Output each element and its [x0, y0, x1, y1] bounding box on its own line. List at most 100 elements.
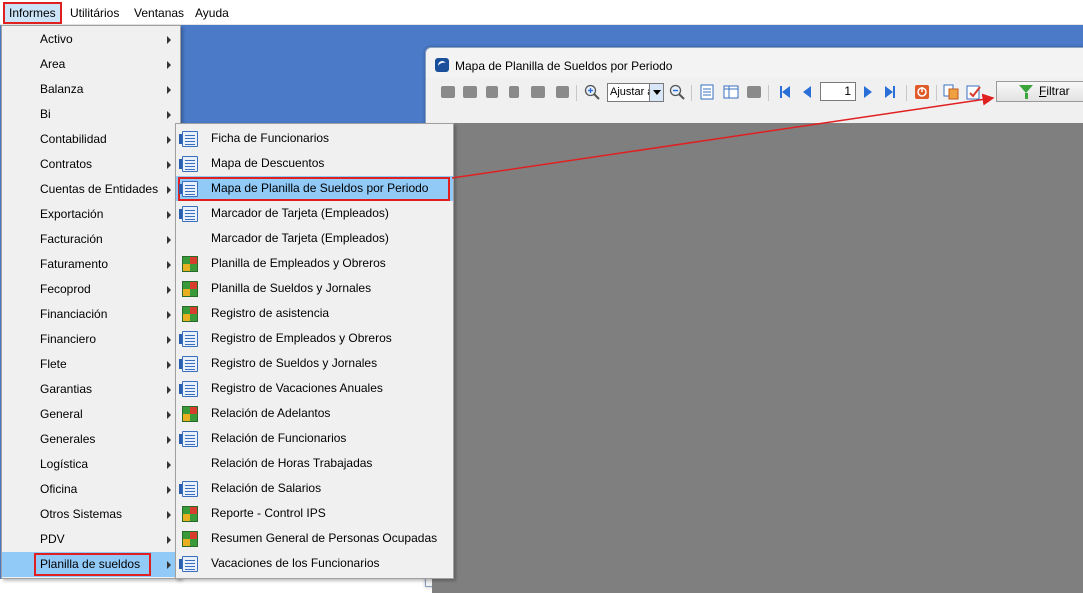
filter-button[interactable]: Filtrar [996, 81, 1083, 102]
menu-ventanas[interactable]: Ventanas [130, 2, 188, 24]
app-logo-icon [435, 58, 449, 72]
planilla-menu-item[interactable]: Relación de Funcionarios [176, 426, 453, 451]
informes-menu-item[interactable]: Facturación [2, 227, 180, 252]
informes-menu-item[interactable]: Garantias [2, 377, 180, 402]
report-doc-icon [179, 481, 198, 497]
chevron-down-icon[interactable] [649, 84, 663, 101]
planilla-menu-item[interactable]: Registro de Sueldos y Jornales [176, 351, 453, 376]
find-icon[interactable] [554, 84, 570, 100]
spreadsheet-icon [182, 531, 198, 547]
chevron-right-icon [167, 86, 171, 94]
export-report-icon[interactable] [943, 84, 959, 100]
report-doc-icon [179, 556, 198, 572]
menu-item-label: Area [40, 57, 66, 71]
zoom-select[interactable]: Ajustar a [607, 83, 664, 102]
informes-menu-item[interactable]: Logística [2, 452, 180, 477]
informes-menu-item[interactable]: Activo [2, 27, 180, 52]
informes-menu-item[interactable]: Area [2, 52, 180, 77]
planilla-menu-item[interactable]: Mapa de Descuentos [176, 151, 453, 176]
chevron-right-icon [167, 561, 171, 569]
spreadsheet-icon [182, 281, 198, 297]
chevron-right-icon [167, 411, 171, 419]
planilla-menu-item[interactable]: Marcador de Tarjeta (Empleados) [176, 201, 453, 226]
planilla-menu-item[interactable]: Relación de Horas Trabajadas [176, 451, 453, 476]
report-doc-icon [179, 181, 198, 197]
page-setup-icon[interactable] [699, 84, 715, 100]
planilla-menu-item[interactable]: Relación de Salarios [176, 476, 453, 501]
menu-item-label: Registro de Vacaciones Anuales [211, 381, 383, 395]
informes-menu-item[interactable]: PDV [2, 527, 180, 552]
report-doc-icon [179, 331, 198, 347]
informes-menu-item[interactable]: General [2, 402, 180, 427]
report-toolbar: Ajustar a 1 Filtrar [426, 80, 1083, 104]
planilla-menu-item[interactable]: Resumen General de Personas Ocupadas [176, 526, 453, 551]
check-report-icon[interactable] [966, 84, 982, 100]
informes-menu-item[interactable]: Contabilidad [2, 127, 180, 152]
informes-menu-item[interactable]: Cuentas de Entidades [2, 177, 180, 202]
planilla-menu-item[interactable]: Relación de Adelantos [176, 401, 453, 426]
next-page-icon[interactable] [860, 84, 876, 100]
informes-menu-item[interactable]: Planilla de sueldos [2, 552, 180, 577]
chevron-right-icon [167, 486, 171, 494]
report-doc-icon [179, 356, 198, 372]
informes-menu-item[interactable]: Contratos [2, 152, 180, 177]
email-icon[interactable] [530, 84, 546, 100]
menu-item-label: Contabilidad [40, 132, 107, 146]
last-page-icon[interactable] [882, 84, 898, 100]
pdf-icon[interactable] [506, 84, 522, 100]
export-icon[interactable] [484, 84, 500, 100]
informes-menu-item[interactable]: Exportación [2, 202, 180, 227]
menu-ayuda[interactable]: Ayuda [191, 2, 233, 24]
planilla-menu-item[interactable]: Planilla de Sueldos y Jornales [176, 276, 453, 301]
report-doc-icon [179, 206, 198, 222]
informes-dropdown: Activo Area Balanza Bi Contabilidad Contratos… [1, 25, 181, 579]
planilla-menu-item[interactable]: Vacaciones de los Funcionarios [176, 551, 453, 576]
planilla-menu-item[interactable]: Ficha de Funcionarios [176, 126, 453, 151]
informes-menu-item[interactable]: Oficina [2, 477, 180, 502]
planilla-menu-item[interactable]: Registro de Vacaciones Anuales [176, 376, 453, 401]
page-number-input[interactable]: 1 [820, 82, 856, 101]
menu-item-label: Relación de Funcionarios [211, 431, 347, 445]
menu-item-label: Planilla de Empleados y Obreros [211, 256, 386, 270]
layout-icon[interactable] [723, 84, 739, 100]
print-icon[interactable] [440, 84, 456, 100]
zoom-out-icon[interactable] [669, 84, 685, 100]
save-icon[interactable] [462, 84, 478, 100]
report-window-title: Mapa de Planilla de Sueldos por Periodo [455, 59, 673, 73]
menu-item-label: Planilla de sueldos [40, 557, 141, 571]
menu-item-label: Marcador de Tarjeta (Empleados) [211, 231, 389, 245]
stop-icon[interactable] [914, 84, 930, 100]
chevron-right-icon [167, 461, 171, 469]
planilla-menu-item[interactable]: Registro de asistencia [176, 301, 453, 326]
report-doc-icon [179, 156, 198, 172]
menu-bar: Informes Utilitários Ventanas Ayuda [0, 0, 1083, 25]
informes-menu-item[interactable]: Financiación [2, 302, 180, 327]
informes-menu-item[interactable]: Flete [2, 352, 180, 377]
menu-item-label: Vacaciones de los Funcionarios [211, 556, 380, 570]
menu-utilitarios[interactable]: Utilitários [66, 2, 123, 24]
informes-menu-item[interactable]: Fecoprod [2, 277, 180, 302]
toolbar-separator [576, 85, 577, 101]
informes-menu-item[interactable]: Bi [2, 102, 180, 127]
informes-menu-item[interactable]: Financiero [2, 327, 180, 352]
informes-menu-item[interactable]: Otros Sistemas [2, 502, 180, 527]
menu-item-label: Marcador de Tarjeta (Empleados) [211, 206, 389, 220]
toolbar-separator [768, 85, 769, 101]
planilla-menu-item[interactable]: Reporte - Control IPS [176, 501, 453, 526]
chevron-right-icon [167, 211, 171, 219]
menu-item-label: Mapa de Descuentos [211, 156, 325, 170]
menu-informes[interactable]: Informes [3, 2, 62, 24]
planilla-menu-item[interactable]: Registro de Empleados y Obreros [176, 326, 453, 351]
first-page-icon[interactable] [777, 84, 793, 100]
informes-menu-item[interactable]: Generales [2, 427, 180, 452]
informes-menu-item[interactable]: Faturamento [2, 252, 180, 277]
previous-page-icon[interactable] [799, 84, 815, 100]
planilla-menu-item[interactable]: Planilla de Empleados y Obreros [176, 251, 453, 276]
pages-icon[interactable] [746, 84, 762, 100]
menu-item-label: Fecoprod [40, 282, 91, 296]
menu-item-label: Garantias [40, 382, 93, 396]
planilla-menu-item[interactable]: Marcador de Tarjeta (Empleados) [176, 226, 453, 251]
planilla-menu-item[interactable]: Mapa de Planilla de Sueldos por Periodo [176, 176, 453, 201]
informes-menu-item[interactable]: Balanza [2, 77, 180, 102]
zoom-in-icon[interactable] [584, 84, 600, 100]
